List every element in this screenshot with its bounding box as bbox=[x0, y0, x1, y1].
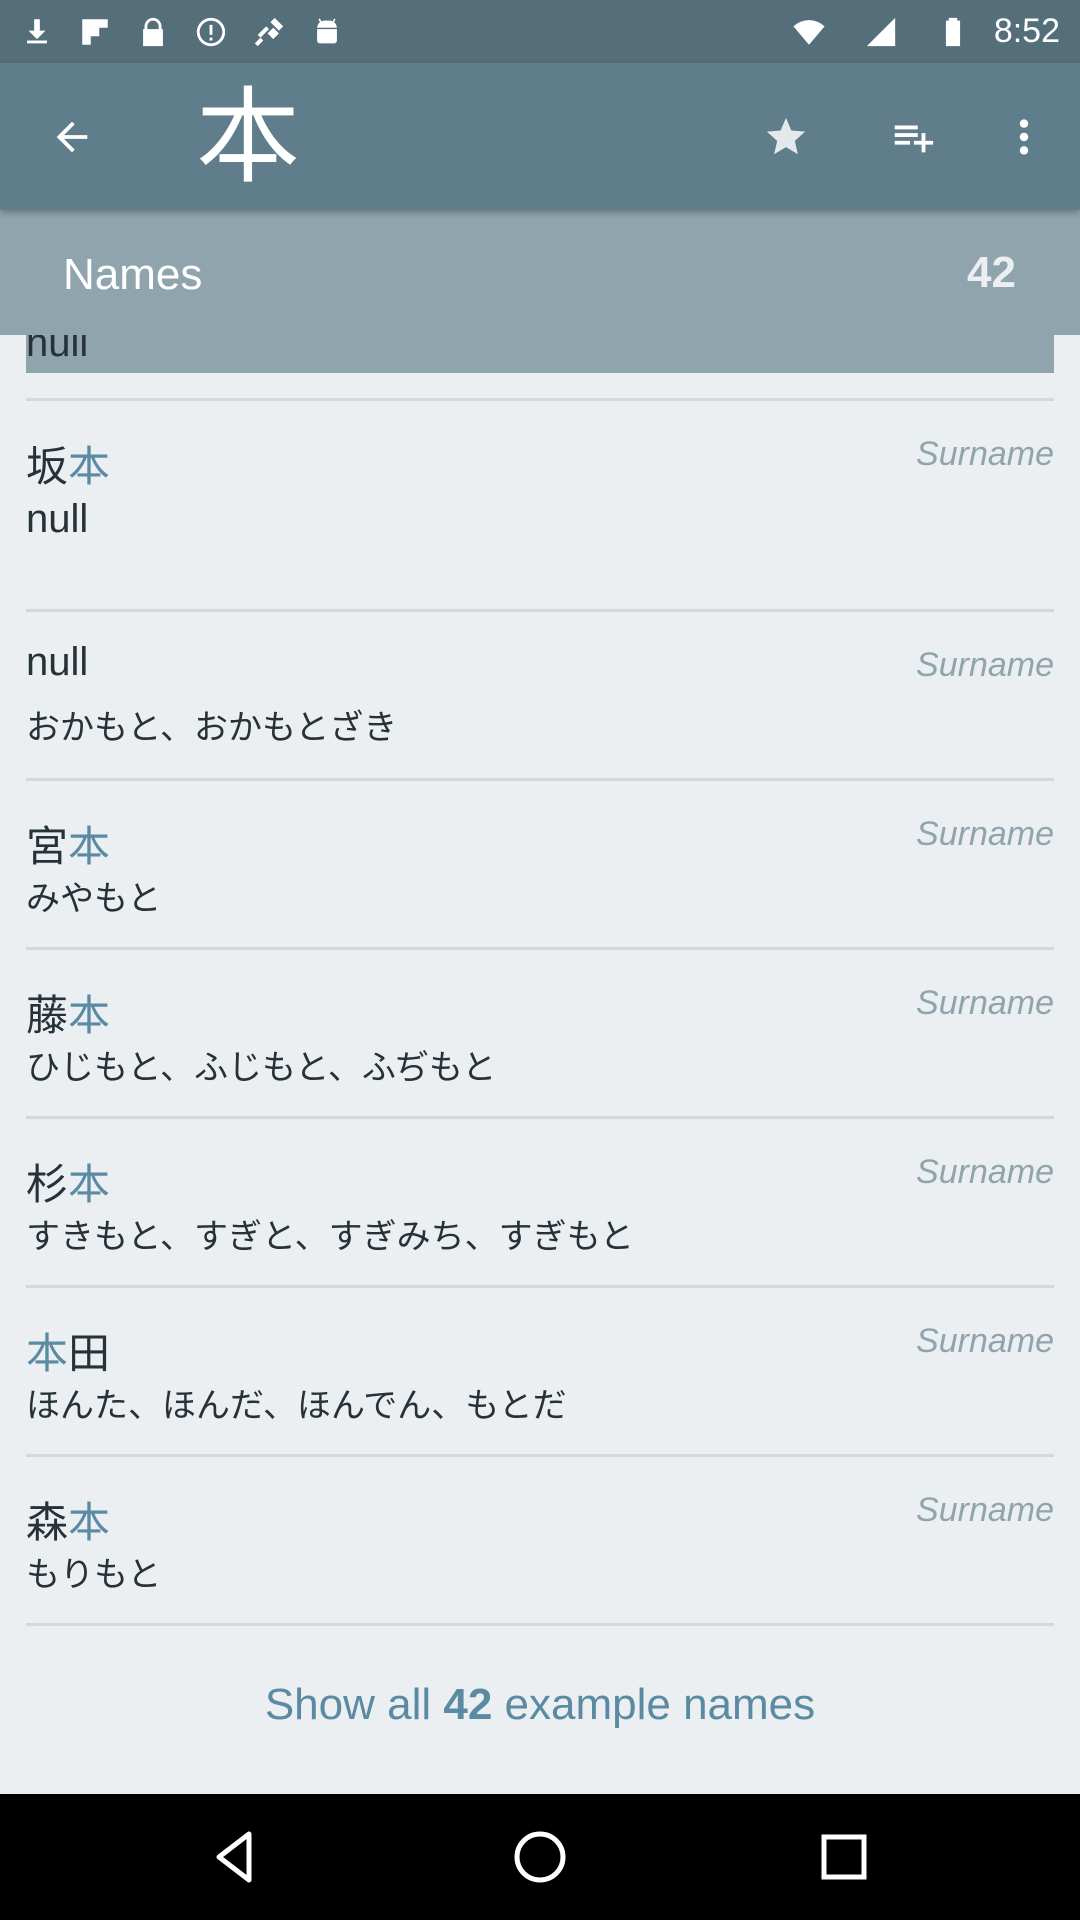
nav-home-button[interactable] bbox=[507, 1824, 573, 1890]
add-to-list-button[interactable] bbox=[874, 99, 950, 175]
square-recents-icon bbox=[821, 1834, 867, 1880]
back-button[interactable] bbox=[34, 99, 110, 175]
name-kanji: 杉本 bbox=[26, 1160, 111, 1209]
name-type: Surname bbox=[916, 1322, 1054, 1360]
status-bar: 8:52 bbox=[0, 0, 1080, 63]
name-kanji: 本田 bbox=[26, 1329, 111, 1378]
battery-icon bbox=[932, 11, 974, 53]
more-vert-icon bbox=[1019, 119, 1029, 155]
name-kanji: 森本 bbox=[26, 1498, 111, 1547]
circle-home-icon bbox=[514, 1831, 566, 1883]
fake-gps-icon bbox=[248, 11, 290, 53]
name-type: Surname bbox=[916, 646, 1054, 684]
nav-recents-button[interactable] bbox=[811, 1824, 877, 1890]
status-time: 8:52 bbox=[993, 12, 1060, 50]
name-kanji: null bbox=[26, 640, 89, 684]
list-item[interactable]: 杉本 すきもと、すぎと、すぎみち、すぎもと Surname bbox=[26, 1119, 1054, 1285]
alert-icon bbox=[190, 11, 232, 53]
star-icon bbox=[766, 117, 806, 155]
name-type: Surname bbox=[916, 1153, 1054, 1191]
name-kanji: 坂本 bbox=[26, 442, 111, 491]
favorite-button[interactable] bbox=[748, 99, 824, 175]
name-type: Surname bbox=[916, 815, 1054, 853]
app-bar: 本 bbox=[0, 63, 1080, 210]
add-to-list-icon bbox=[894, 125, 934, 153]
triangle-back-icon bbox=[216, 1831, 252, 1883]
name-type: Surname bbox=[916, 984, 1054, 1022]
lock-icon bbox=[132, 11, 174, 53]
download-icon bbox=[16, 11, 58, 53]
signal-icon bbox=[860, 11, 902, 53]
name-reading: ほんた、ほんだ、ほんでん、もとだ bbox=[26, 1386, 567, 1426]
partial-list-item[interactable]: null bbox=[26, 335, 1054, 373]
arrow-back-icon bbox=[56, 121, 88, 153]
name-reading: すきもと、すぎと、すぎみち、すぎもと bbox=[26, 1217, 634, 1257]
list-item[interactable]: 藤本 ひじもと、ふじもと、ふぢもと Surname bbox=[26, 950, 1054, 1116]
name-reading: おかもと、おかもとざき bbox=[26, 708, 398, 748]
name-reading: もりもと bbox=[26, 1555, 162, 1595]
show-all-names-link[interactable]: Show all 42 example names bbox=[0, 1680, 1080, 1730]
wifi-icon bbox=[788, 11, 830, 53]
names-list: 坂本 null Surname null おかもと、おかもとざき Surname… bbox=[26, 398, 1054, 1626]
partial-item-text: null bbox=[26, 335, 89, 365]
section-title: Names bbox=[63, 250, 203, 299]
list-item[interactable]: null おかもと、おかもとざき Surname bbox=[26, 612, 1054, 778]
nav-back-button[interactable] bbox=[203, 1824, 269, 1890]
name-type: Surname bbox=[916, 1491, 1054, 1529]
flipboard-icon bbox=[74, 11, 116, 53]
list-item[interactable]: 坂本 null Surname bbox=[26, 401, 1054, 609]
list-item[interactable]: 森本 もりもと Surname bbox=[26, 1457, 1054, 1623]
divider bbox=[26, 1623, 1054, 1626]
name-reading: null bbox=[26, 497, 89, 541]
name-reading: ひじもと、ふじもと、ふぢもと bbox=[26, 1048, 497, 1088]
name-kanji: 藤本 bbox=[26, 991, 111, 1040]
name-reading: みやもと bbox=[26, 879, 162, 919]
name-type: Surname bbox=[916, 435, 1054, 473]
list-item[interactable]: 宮本 みやもと Surname bbox=[26, 781, 1054, 947]
android-icon bbox=[306, 11, 348, 53]
section-header: Names 42 bbox=[0, 210, 1080, 335]
kanji-title: 本 bbox=[196, 76, 301, 198]
navigation-bar bbox=[0, 1794, 1080, 1920]
section-count: 42 bbox=[967, 248, 1016, 297]
more-options-button[interactable] bbox=[986, 99, 1062, 175]
name-kanji: 宮本 bbox=[26, 822, 111, 871]
list-item[interactable]: 本田 ほんた、ほんだ、ほんでん、もとだ Surname bbox=[26, 1288, 1054, 1454]
